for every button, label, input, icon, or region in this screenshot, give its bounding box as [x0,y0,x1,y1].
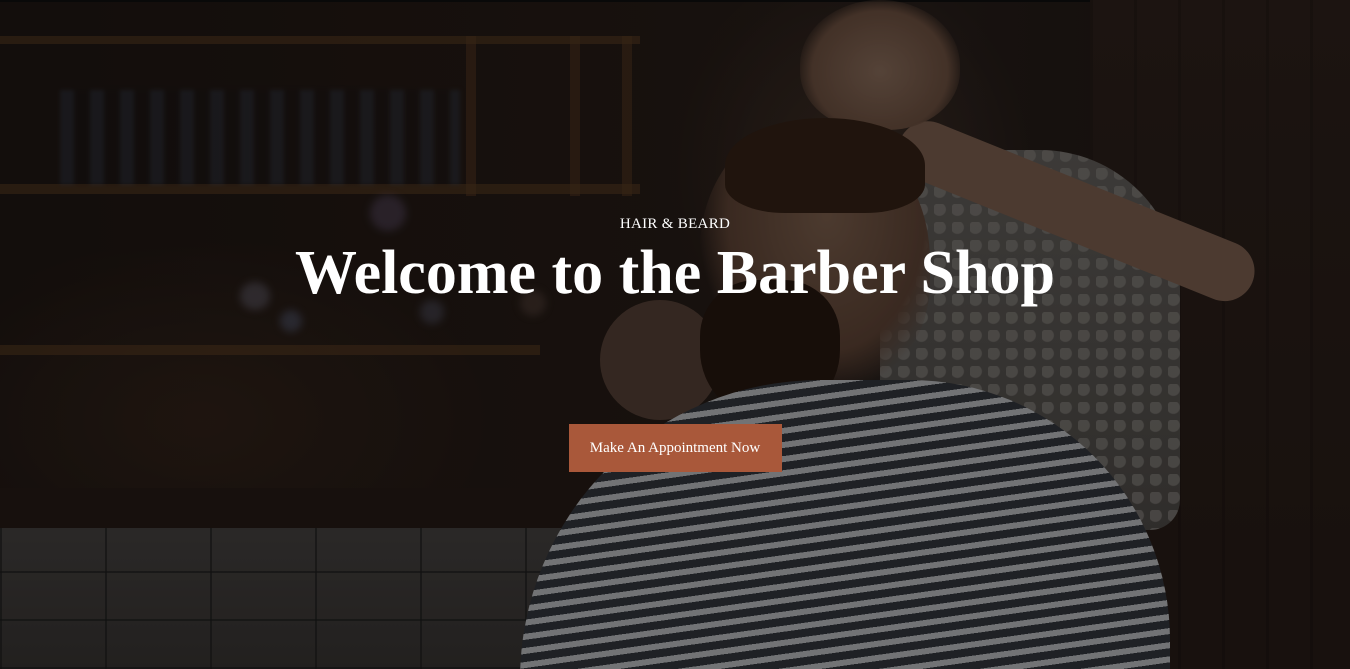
hero-section: HAIR & BEARD Welcome to the Barber Shop … [0,0,1350,669]
hero-content: HAIR & BEARD Welcome to the Barber Shop … [0,0,1350,669]
make-appointment-button[interactable]: Make An Appointment Now [568,424,782,472]
hero-title: Welcome to the Barber Shop [294,239,1055,307]
hero-kicker: HAIR & BEARD [619,216,731,232]
